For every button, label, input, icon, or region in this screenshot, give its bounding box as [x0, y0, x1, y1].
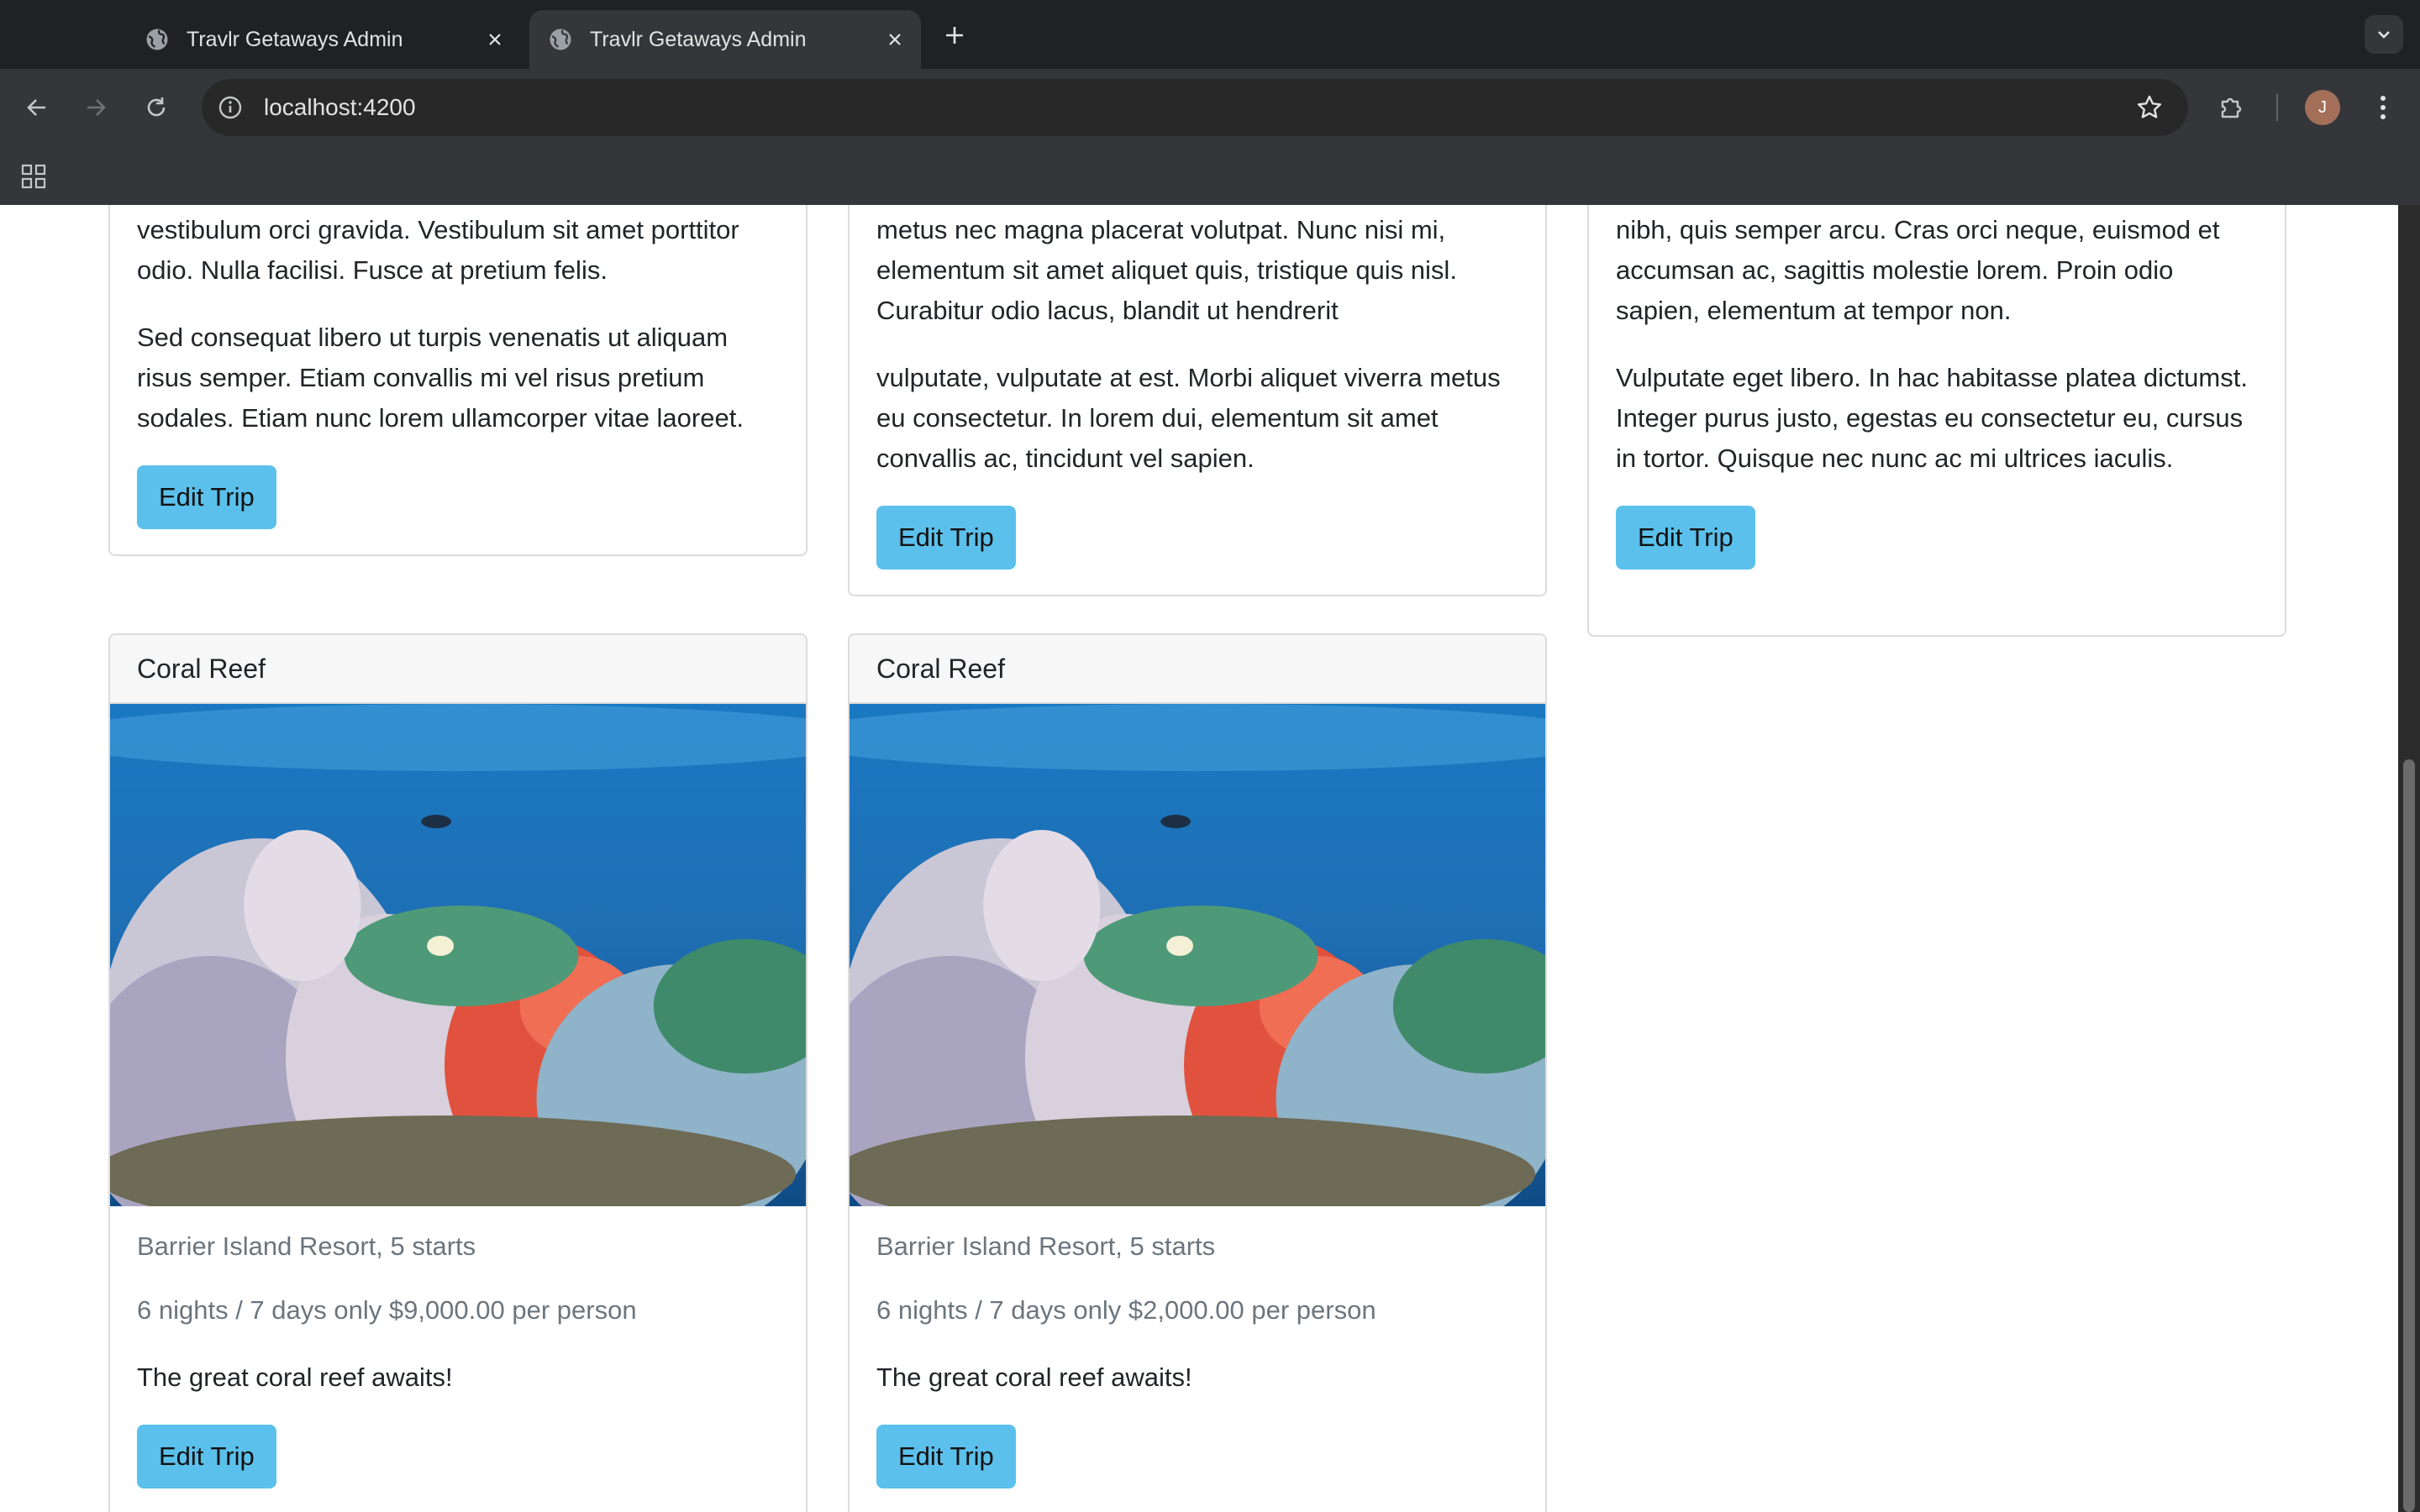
chevron-down-icon: [2378, 31, 2390, 39]
apps-grid-button[interactable]: [17, 160, 50, 193]
tab-strip: Travlr Getaways Admin Travlr Getaways Ad…: [0, 0, 2420, 69]
reload-icon: [147, 97, 166, 117]
url-text[interactable]: localhost:4200: [264, 79, 416, 136]
price-line: 6 nights / 7 days only $9,000.00 per per…: [137, 1295, 637, 1325]
tab-title: Travlr Getaways Admin: [590, 27, 807, 51]
trip-description: Sed consequat libero ut turpis venenatis…: [137, 323, 744, 433]
edit-trip-button[interactable]: Edit Trip: [137, 1425, 276, 1488]
plus-icon: [946, 27, 963, 44]
forward-button[interactable]: [77, 89, 114, 126]
price-line: 6 nights / 7 days only $2,000.00 per per…: [876, 1295, 1376, 1325]
browser-menu-button[interactable]: [2365, 89, 2402, 126]
trip-name: Coral Reef: [110, 635, 806, 704]
arrow-right-icon: [87, 99, 106, 116]
toolbar-divider: [2276, 94, 2278, 121]
trip-card: Coral Reef Barrier Island Resort, 5 star…: [108, 633, 808, 1512]
scrollbar-thumb[interactable]: [2403, 759, 2415, 1512]
puzzle-icon: [2221, 97, 2242, 118]
globe-icon: [146, 29, 168, 50]
apps-grid-icon: [21, 164, 46, 189]
coral-reef-image: [110, 704, 806, 1206]
tab-title: Travlr Getaways Admin: [187, 27, 403, 51]
edit-trip-button[interactable]: Edit Trip: [876, 1425, 1016, 1488]
close-tab-icon[interactable]: [481, 25, 509, 54]
trip-description: The great coral reef awaits!: [876, 1362, 1192, 1392]
tab-search-button[interactable]: [2365, 15, 2403, 54]
trip-card: nibh, quis semper arcu. Cras orci neque,…: [1587, 205, 2286, 637]
browser-tab[interactable]: Travlr Getaways Admin: [126, 10, 521, 69]
trip-description: The great coral reef awaits!: [137, 1362, 453, 1392]
trip-description: nibh, quis semper arcu. Cras orci neque,…: [1616, 215, 2220, 325]
trip-description: vulputate, vulputate at est. Morbi aliqu…: [876, 363, 1501, 473]
edit-trip-button[interactable]: Edit Trip: [137, 465, 276, 529]
close-tab-icon[interactable]: [881, 25, 909, 54]
profile-avatar[interactable]: J: [2305, 90, 2340, 125]
globe-icon: [550, 29, 571, 50]
trip-card: metus nec magna placerat volutpat. Nunc …: [848, 205, 1547, 596]
edit-trip-button[interactable]: Edit Trip: [1616, 506, 1755, 570]
browser-tab-active[interactable]: Travlr Getaways Admin: [529, 10, 921, 69]
new-tab-button[interactable]: [938, 18, 971, 52]
reload-button[interactable]: [138, 89, 175, 126]
back-button[interactable]: [18, 89, 55, 126]
bookmark-star-icon[interactable]: [2134, 92, 2165, 123]
trip-description: metus nec magna placerat volutpat. Nunc …: [876, 215, 1457, 325]
more-vert-icon: [2381, 96, 2386, 119]
edit-trip-button[interactable]: Edit Trip: [876, 506, 1016, 570]
address-bar[interactable]: localhost:4200: [202, 79, 2188, 136]
trip-description: Vulputate eget libero. In hac habitasse …: [1616, 363, 2248, 473]
trip-name: Coral Reef: [850, 635, 1545, 704]
extensions-button[interactable]: [2213, 89, 2250, 126]
resort-name: Barrier Island Resort, 5 starts: [137, 1231, 476, 1261]
coral-reef-image: [850, 704, 1545, 1206]
trip-card: Coral Reef Barrier Island Resort, 5 star…: [848, 633, 1547, 1512]
trip-card: vestibulum orci gravida. Vestibulum sit …: [108, 205, 808, 556]
bookmarks-bar: [0, 146, 2420, 205]
page-scrollbar[interactable]: [2398, 205, 2420, 1512]
browser-toolbar: localhost:4200 J: [0, 69, 2420, 146]
page-viewport: vestibulum orci gravida. Vestibulum sit …: [0, 205, 2398, 1512]
resort-name: Barrier Island Resort, 5 starts: [876, 1231, 1216, 1261]
arrow-left-icon: [27, 99, 45, 116]
info-icon[interactable]: [215, 92, 245, 123]
trip-description: vestibulum orci gravida. Vestibulum sit …: [137, 215, 739, 285]
